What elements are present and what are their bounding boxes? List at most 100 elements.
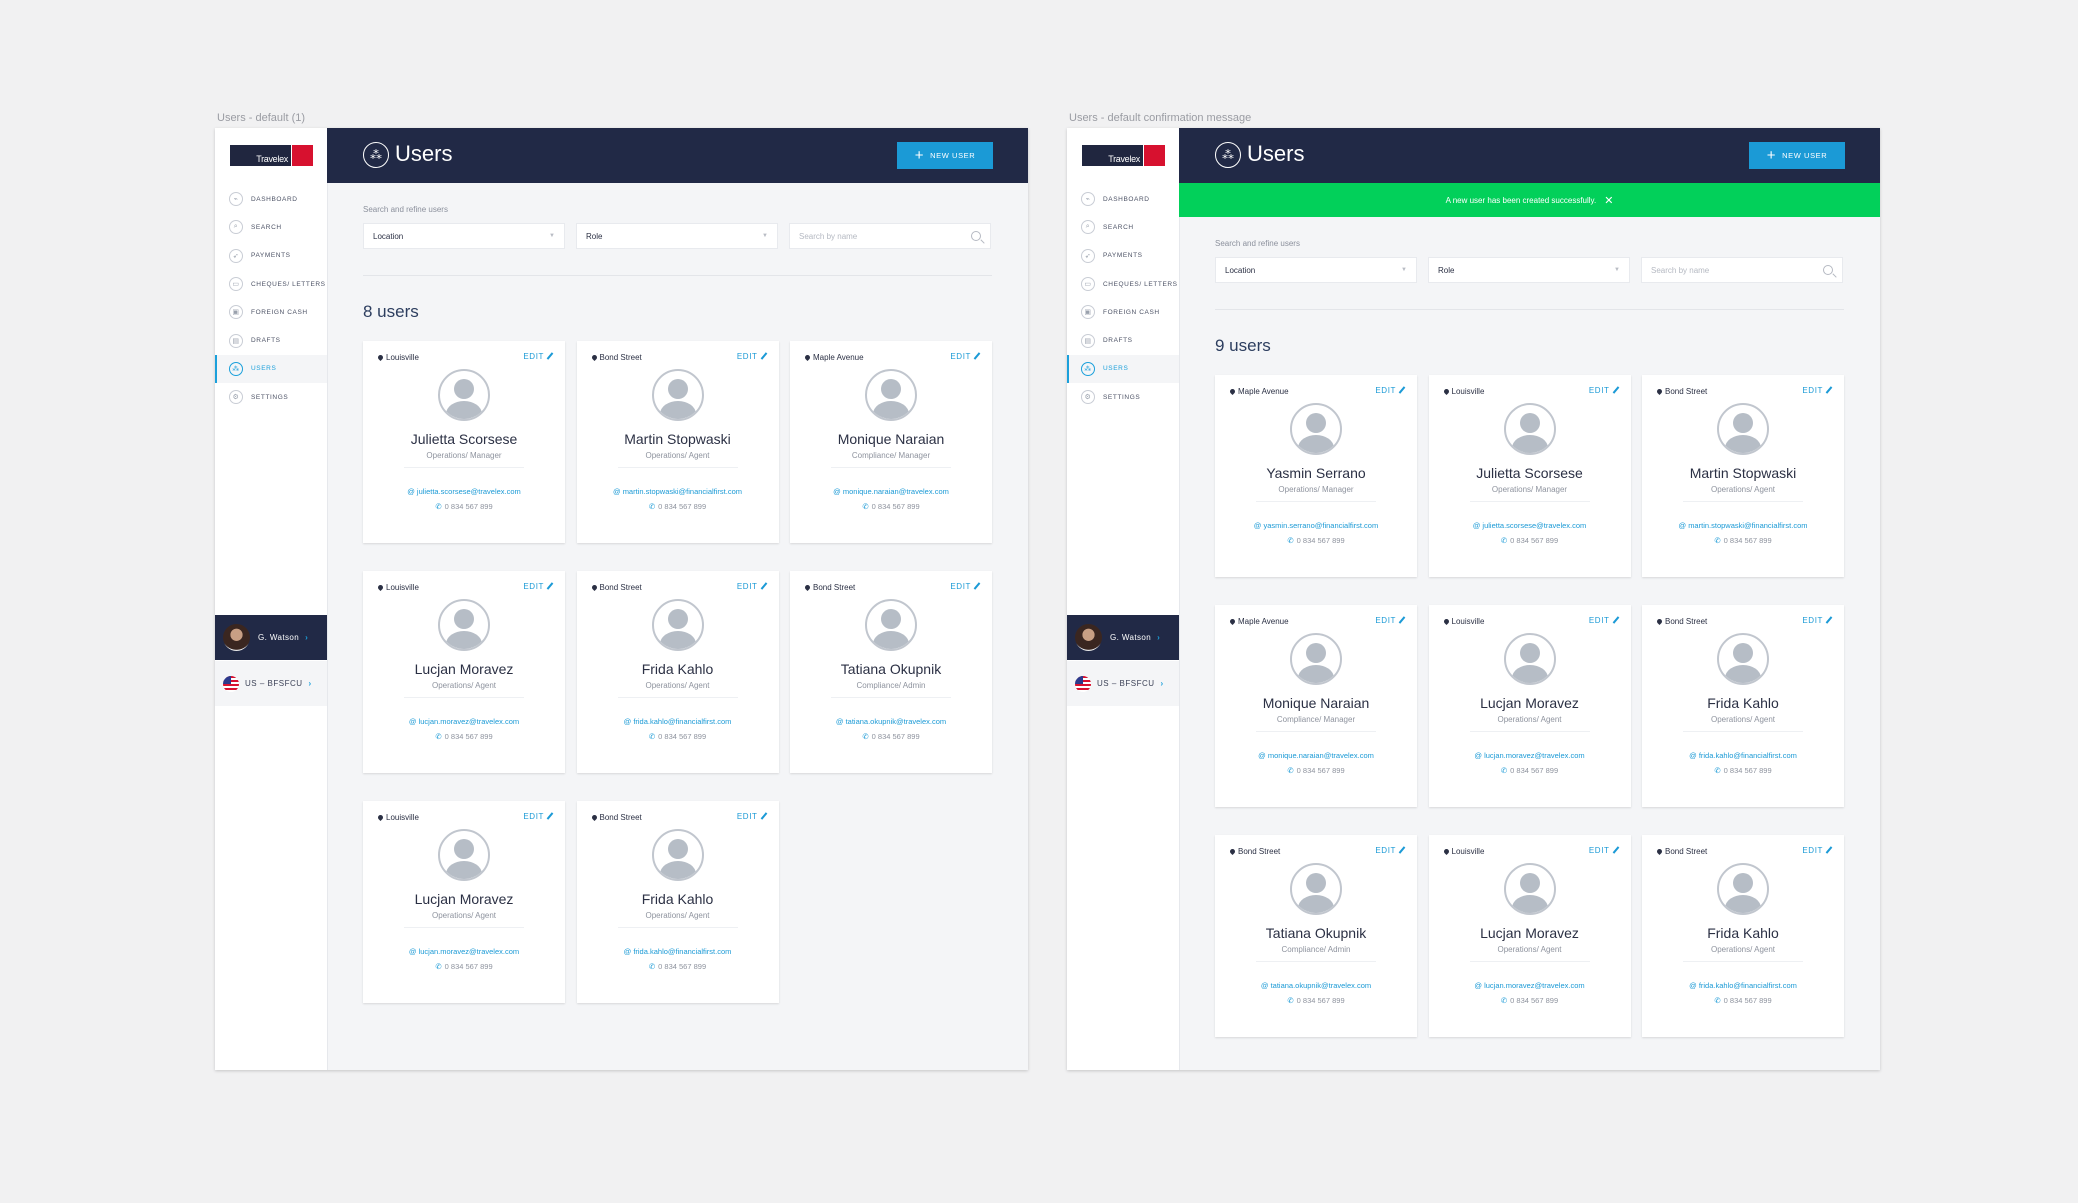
sidebar-item-drafts[interactable]: ▤ DRAFTS xyxy=(215,326,327,354)
user-email[interactable]: @ julietta.scorsese@travelex.com xyxy=(1429,521,1631,530)
sidebar-item-foreign-cash[interactable]: ▣ FOREIGN CASH xyxy=(215,298,327,326)
sidebar-item-settings[interactable]: ⚙ SETTINGS xyxy=(1067,383,1179,411)
search-input[interactable] xyxy=(799,231,971,241)
user-email[interactable]: @ lucjan.moravez@travelex.com xyxy=(1429,751,1631,760)
user-email[interactable]: @ julietta.scorsese@travelex.com xyxy=(363,487,565,496)
pencil-icon xyxy=(760,812,767,820)
sidebar-item-drafts[interactable]: ▤ DRAFTS xyxy=(1067,326,1179,354)
user-name: Tatiana Okupnik xyxy=(840,661,942,677)
sidebar-item-search[interactable]: ⌕ SEARCH xyxy=(215,213,327,241)
avatar-placeholder-icon xyxy=(1717,863,1769,915)
current-user[interactable]: G. Watson › xyxy=(1067,615,1179,660)
new-user-button[interactable]: + NEW USER xyxy=(897,142,993,169)
search-field[interactable] xyxy=(1641,257,1843,283)
user-email[interactable]: @ martin.stopwaski@financialfirst.com xyxy=(1642,521,1844,530)
user-location: Maple Avenue xyxy=(803,353,864,362)
users-icon: ⁂ xyxy=(1215,142,1241,168)
search-input[interactable] xyxy=(1651,265,1823,275)
location-select[interactable]: Location ▼ xyxy=(1215,257,1417,283)
user-location: Bond Street xyxy=(1655,847,1707,856)
user-email[interactable]: @ lucjan.moravez@travelex.com xyxy=(1429,981,1631,990)
page-title: Users xyxy=(1247,141,1305,166)
travelex-logo[interactable]: Travelex xyxy=(230,145,313,166)
gear-icon: ⚙ xyxy=(229,390,243,405)
sidebar-item-cheques-letters[interactable]: ▭ CHEQUES/ LETTERS xyxy=(1067,270,1179,298)
location-select[interactable]: Location ▼ xyxy=(363,223,565,249)
phone-text: 0 834 567 899 xyxy=(1296,536,1345,545)
user-role: Operations/ Agent xyxy=(431,681,497,690)
sidebar-item-users[interactable]: ⁂ USERS xyxy=(215,354,327,384)
user-location: Bond Street xyxy=(590,353,642,362)
user-card: Louisville EDIT Lucjan Moravez Operation… xyxy=(1428,605,1631,807)
user-location: Louisville xyxy=(376,813,419,822)
sidebar-item-dashboard[interactable]: ⌁ DASHBOARD xyxy=(215,185,327,213)
edit-user-button[interactable]: EDIT xyxy=(1375,846,1406,855)
edit-user-button[interactable]: EDIT xyxy=(1802,846,1833,855)
filter-section: Search and refine users Location ▼ Role ▼ … xyxy=(363,205,992,322)
search-icon[interactable] xyxy=(971,231,981,241)
user-email[interactable]: @ monique.naraian@travelex.com xyxy=(1215,751,1417,760)
search-icon[interactable] xyxy=(1823,265,1833,275)
chevron-down-icon: ▼ xyxy=(1401,267,1407,273)
user-role: Operations/ Agent xyxy=(1497,945,1562,954)
new-user-button[interactable]: + NEW USER xyxy=(1749,142,1845,169)
chevron-down-icon: ▼ xyxy=(549,233,555,239)
edit-user-button[interactable]: EDIT xyxy=(1589,846,1619,855)
edit-user-button[interactable]: EDIT xyxy=(1589,386,1619,395)
country-selector[interactable]: US – BFSFCU › xyxy=(215,661,327,706)
user-email[interactable]: @ lucjan.moravez@travelex.com xyxy=(363,947,565,956)
user-email[interactable]: @ martin.stopwaski@financialfirst.com xyxy=(577,487,779,496)
role-select[interactable]: Role ▼ xyxy=(576,223,778,249)
edit-user-button[interactable]: EDIT xyxy=(1802,616,1833,625)
country-selector[interactable]: US – BFSFCU › xyxy=(1067,661,1179,706)
user-email[interactable]: @ frida.kahlo@financialfirst.com xyxy=(577,947,779,956)
phone-text: 0 834 567 899 xyxy=(658,732,707,741)
edit-user-button[interactable]: EDIT xyxy=(1375,386,1406,395)
edit-user-button[interactable]: EDIT xyxy=(737,352,767,361)
edit-user-button[interactable]: EDIT xyxy=(1802,386,1833,395)
user-email[interactable]: @ yasmin.serrano@financialfirst.com xyxy=(1215,521,1417,530)
role-select[interactable]: Role ▼ xyxy=(1428,257,1630,283)
sidebar-item-label: USERS xyxy=(251,365,277,373)
sidebar-item-cheques-letters[interactable]: ▭ CHEQUES/ LETTERS xyxy=(215,270,327,298)
edit-user-button[interactable]: EDIT xyxy=(1589,616,1619,625)
user-phone: ✆ 0 834 567 899 xyxy=(363,502,565,511)
gear-icon: ⚙ xyxy=(1081,390,1095,405)
user-location: Bond Street xyxy=(803,583,855,592)
close-icon[interactable]: ✕ xyxy=(1604,194,1613,207)
user-email[interactable]: @ frida.kahlo@financialfirst.com xyxy=(1642,981,1844,990)
location-text: Bond Street xyxy=(1665,387,1708,396)
edit-user-button[interactable]: EDIT xyxy=(737,812,767,821)
user-name: Lucjan Moravez xyxy=(414,891,514,907)
edit-user-button[interactable]: EDIT xyxy=(950,582,981,591)
location-select-value: Location xyxy=(373,231,404,241)
edit-user-button[interactable]: EDIT xyxy=(950,352,981,361)
user-location: Bond Street xyxy=(1655,387,1708,396)
sidebar-item-payments[interactable]: ➶ PAYMENTS xyxy=(1067,242,1179,270)
edit-user-button[interactable]: EDIT xyxy=(523,582,554,591)
users-icon: ⁂ xyxy=(229,361,243,376)
edit-user-button[interactable]: EDIT xyxy=(737,582,767,591)
email-text: monique.naraian@travelex.com xyxy=(842,487,949,496)
sidebar-item-settings[interactable]: ⚙ SETTINGS xyxy=(215,383,327,411)
user-email[interactable]: @ monique.naraian@travelex.com xyxy=(790,487,992,496)
email-text: martin.stopwaski@financialfirst.com xyxy=(622,487,743,496)
map-pin-icon xyxy=(1228,617,1237,626)
edit-user-button[interactable]: EDIT xyxy=(523,812,554,821)
edit-user-button[interactable]: EDIT xyxy=(1375,616,1406,625)
sidebar-item-foreign-cash[interactable]: ▣ FOREIGN CASH xyxy=(1067,298,1179,326)
user-email[interactable]: @ lucjan.moravez@travelex.com xyxy=(363,717,565,726)
user-email[interactable]: @ tatiana.okupnik@travelex.com xyxy=(1215,981,1417,990)
search-field[interactable] xyxy=(789,223,991,249)
sidebar-item-payments[interactable]: ➶ PAYMENTS xyxy=(215,242,327,270)
user-email[interactable]: @ frida.kahlo@financialfirst.com xyxy=(577,717,779,726)
sidebar-item-search[interactable]: ⌕ SEARCH xyxy=(1067,213,1179,241)
current-user[interactable]: G. Watson › xyxy=(215,615,327,660)
sidebar-item-dashboard[interactable]: ⌁ DASHBOARD xyxy=(1067,185,1179,213)
user-email[interactable]: @ tatiana.okupnik@travelex.com xyxy=(790,717,992,726)
travelex-logo[interactable]: Travelex xyxy=(1082,145,1165,166)
edit-user-button[interactable]: EDIT xyxy=(523,352,554,361)
sidebar-item-users[interactable]: ⁂ USERS xyxy=(1067,354,1179,384)
user-phone: ✆ 0 834 567 899 xyxy=(1429,766,1631,775)
user-email[interactable]: @ frida.kahlo@financialfirst.com xyxy=(1642,751,1844,760)
